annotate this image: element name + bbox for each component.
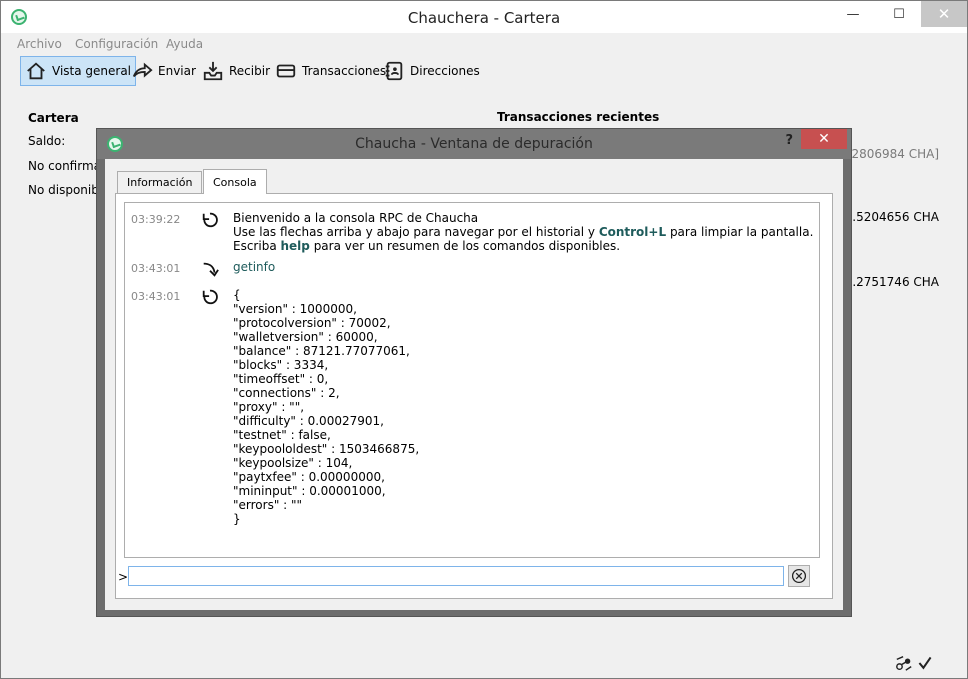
message-text: Bienvenido a la consola RPC de Chaucha U… bbox=[233, 211, 813, 253]
welcome-line: Use las flechas arriba y abajo para nave… bbox=[233, 225, 599, 239]
close-button[interactable]: ✕ bbox=[921, 1, 967, 27]
addresses-label: Direcciones bbox=[410, 64, 480, 78]
console-input[interactable] bbox=[128, 566, 784, 586]
console-output[interactable]: 03:39:22 Bienvenido a la consola RPC de … bbox=[124, 202, 820, 558]
menubar: Archivo Configuración Ayuda bbox=[1, 33, 967, 55]
shortcut-highlight: Control+L bbox=[598, 225, 667, 239]
reply-arrow-icon bbox=[202, 289, 218, 305]
command-arrow-icon bbox=[203, 262, 219, 277]
minimize-button[interactable]: — bbox=[831, 1, 875, 27]
receive-button[interactable]: Recibir bbox=[198, 56, 274, 86]
home-icon bbox=[27, 62, 45, 80]
toolbar: Vista general Enviar Recibir Transaccion… bbox=[1, 55, 967, 89]
welcome-line: Bienvenido a la consola RPC de Chaucha bbox=[233, 211, 479, 225]
statusbar bbox=[1, 650, 967, 678]
command-text: getinfo bbox=[233, 260, 276, 274]
receive-label: Recibir bbox=[229, 64, 270, 78]
balance-label: Saldo: bbox=[28, 134, 66, 148]
send-button[interactable]: Enviar bbox=[127, 56, 200, 86]
transactions-label: Transacciones bbox=[302, 64, 387, 78]
maximize-button[interactable]: ☐ bbox=[877, 1, 921, 27]
recent-transactions-heading: Transacciones recientes bbox=[497, 110, 660, 124]
debug-titlebar[interactable]: Chaucha - Ventana de depuración ? ✕ bbox=[97, 129, 851, 159]
welcome-line: para limpiar la pantalla. bbox=[666, 225, 814, 239]
overview-label: Vista general bbox=[52, 64, 132, 78]
clear-console-button[interactable] bbox=[788, 565, 810, 587]
clear-circle-icon bbox=[791, 568, 807, 584]
main-titlebar[interactable]: Chauchera - Cartera — ☐ ✕ bbox=[1, 1, 967, 33]
address-book-icon bbox=[385, 61, 403, 81]
reply-arrow-icon bbox=[202, 212, 218, 228]
overview-button[interactable]: Vista general bbox=[20, 56, 137, 86]
tab-consola[interactable]: Consola bbox=[203, 169, 267, 194]
debug-body: Información Consola 03:39:22 Bienvenido … bbox=[105, 159, 843, 610]
wallet-heading: Cartera bbox=[28, 111, 79, 125]
help-highlight: help bbox=[280, 239, 310, 253]
receive-inbox-icon bbox=[203, 61, 223, 81]
menu-archivo[interactable]: Archivo bbox=[17, 37, 62, 51]
tab-informacion[interactable]: Información bbox=[117, 171, 203, 193]
message-time: 03:43:01 bbox=[131, 290, 181, 303]
addresses-button[interactable]: Direcciones bbox=[379, 56, 484, 86]
debug-close-button[interactable]: ✕ bbox=[801, 129, 847, 149]
reply-text: { "version" : 1000000, "protocolversion"… bbox=[233, 288, 420, 526]
menu-configuracion[interactable]: Configuración bbox=[75, 37, 158, 51]
welcome-line: para ver un resumen de los comandos disp… bbox=[309, 239, 621, 253]
message-time: 03:43:01 bbox=[131, 262, 181, 275]
help-button[interactable]: ? bbox=[785, 133, 793, 148]
network-connection-icon[interactable] bbox=[895, 654, 913, 672]
send-arrow-icon bbox=[132, 62, 153, 78]
message-time: 03:39:22 bbox=[131, 213, 181, 226]
welcome-line: Escriba bbox=[233, 239, 281, 253]
debug-window-title: Chaucha - Ventana de depuración bbox=[355, 136, 593, 152]
window-title: Chauchera - Cartera bbox=[407, 9, 561, 27]
synced-check-icon[interactable] bbox=[917, 655, 933, 671]
transactions-button[interactable]: Transacciones bbox=[271, 56, 390, 86]
console-prompt: > bbox=[118, 570, 129, 584]
card-icon bbox=[276, 64, 296, 78]
debug-window: Chaucha - Ventana de depuración ? ✕ Info… bbox=[96, 128, 852, 617]
menu-ayuda[interactable]: Ayuda bbox=[166, 37, 203, 51]
console-tab-pane: 03:39:22 Bienvenido a la consola RPC de … bbox=[115, 193, 833, 599]
send-label: Enviar bbox=[158, 64, 196, 78]
